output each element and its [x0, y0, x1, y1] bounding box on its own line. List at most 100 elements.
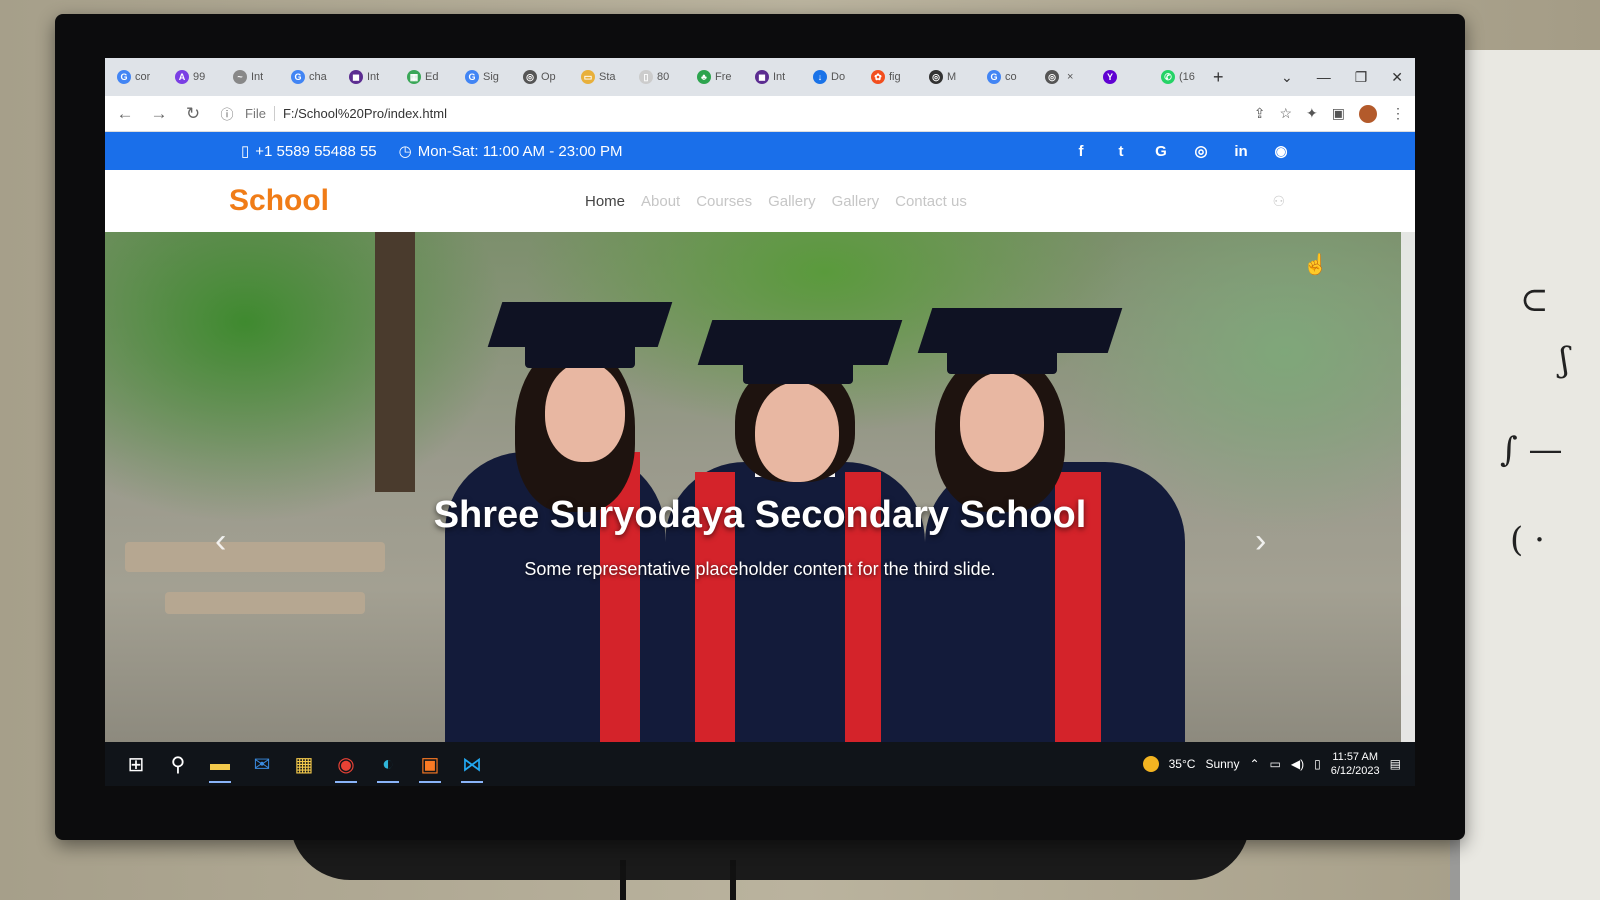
phone-info: ▯ +1 5589 55488 55: [241, 142, 377, 161]
tab-label: cha: [309, 71, 327, 83]
bookmark-star-icon[interactable]: ☆: [1279, 105, 1292, 122]
user-icon[interactable]: ⚇: [1272, 193, 1285, 210]
url-field[interactable]: ⓘ File F:/School%20Pro/index.html: [217, 104, 447, 123]
brand-logo[interactable]: School: [229, 184, 585, 218]
browser-tab[interactable]: G Sig: [459, 64, 511, 90]
doc-icon: ▦: [407, 70, 421, 84]
browser-tab[interactable]: Gcor: [111, 64, 163, 90]
browser-tab[interactable]: ◼ Int: [343, 64, 395, 90]
tab-label: Fre: [715, 71, 732, 83]
close-tab-icon[interactable]: ×: [1067, 71, 1073, 83]
nav-link-about[interactable]: About: [641, 193, 680, 210]
twitter-icon[interactable]: t: [1112, 142, 1130, 160]
browser-tab[interactable]: Gco: [981, 64, 1033, 90]
browser-tab[interactable]: ♣ Fre: [691, 64, 743, 90]
hours-info: ◷ Mon-Sat: 11:00 AM - 23:00 PM: [399, 142, 623, 161]
back-icon[interactable]: ←: [115, 104, 135, 124]
whiteboard: ⊂ ʃ ∫ — ( ·: [1450, 50, 1600, 900]
tab-label: co: [1005, 71, 1017, 83]
tab-label: Int: [773, 71, 786, 83]
browser-tab[interactable]: Gcha: [285, 64, 337, 90]
xampp-icon[interactable]: ▣: [409, 742, 451, 786]
linkedin-icon[interactable]: in: [1232, 142, 1250, 160]
browser-tab[interactable]: ▦ Ed: [401, 64, 453, 90]
hero-title: Shree Suryodaya Secondary School: [433, 494, 1087, 536]
menu-kebab-icon[interactable]: ⋮: [1391, 105, 1405, 122]
battery-icon[interactable]: ▯: [1314, 757, 1321, 771]
network-icon[interactable]: ▭: [1270, 757, 1281, 771]
windows-start-icon[interactable]: ⊞: [115, 742, 157, 786]
tray-chevron-icon[interactable]: ⌃: [1249, 757, 1259, 771]
mail-icon[interactable]: ✉: [241, 742, 283, 786]
browser-tab-strip: Gcor A 99 ~ Int Gcha ◼ Int ▦ Ed G Sig ◎ Op ▭ Sta ▯ 80 ♣ Fre…: [105, 58, 1415, 96]
tab-label: 80: [657, 71, 670, 83]
monitor: Gcor A 99 ~ Int Gcha ◼ Int ▦ Ed G Sig ◎ Op ▭ Sta ▯ 80 ♣ Fre…: [55, 14, 1465, 840]
new-tab-icon[interactable]: +: [1213, 67, 1224, 88]
url-text[interactable]: F:/School%20Pro/index.html: [283, 106, 447, 121]
screen: Gcor A 99 ~ Int Gcha ◼ Int ▦ Ed G Sig ◎ Op ▭ Sta ▯ 80 ♣ Fre…: [105, 58, 1415, 786]
nav-link-contact-us[interactable]: Contact us: [895, 193, 967, 210]
cable: [620, 860, 626, 900]
reload-icon[interactable]: ↻: [183, 104, 203, 124]
browser-tab[interactable]: ◎ Op: [517, 64, 569, 90]
browser-tab[interactable]: ◎ ×: [1039, 64, 1091, 90]
browser-tab[interactable]: A 99: [169, 64, 221, 90]
tab-label: Ed: [425, 71, 439, 83]
edge-icon[interactable]: ◐: [367, 742, 409, 786]
close-window-icon[interactable]: ✕: [1391, 69, 1403, 86]
weather-desc[interactable]: Sunny: [1205, 757, 1239, 771]
nav-link-home[interactable]: Home: [585, 193, 625, 210]
clock[interactable]: 11:57 AM 6/12/2023: [1331, 750, 1380, 778]
browser-tab[interactable]: ▯ 80: [633, 64, 685, 90]
notifications-icon[interactable]: ▤: [1390, 757, 1401, 771]
carousel-next-icon[interactable]: ›: [1255, 522, 1266, 561]
volume-icon[interactable]: ◀): [1291, 757, 1304, 771]
weather-sun-icon[interactable]: [1142, 756, 1159, 772]
search-icon[interactable]: ⚲: [157, 742, 199, 786]
profile-avatar[interactable]: [1359, 104, 1377, 123]
sidepanel-icon[interactable]: ▣: [1332, 105, 1345, 122]
github-icon[interactable]: ◉: [1272, 142, 1290, 160]
phone-icon: ▯: [241, 143, 250, 160]
page-scrollbar[interactable]: [1401, 232, 1415, 742]
nav-link-gallery[interactable]: Gallery: [832, 193, 880, 210]
browser-tab[interactable]: ▭ Sta: [575, 64, 627, 90]
hero-caption: Shree Suryodaya Secondary School Some re…: [105, 494, 1415, 580]
forward-icon[interactable]: →: [149, 104, 169, 124]
browser-tab[interactable]: ↓ Do: [807, 64, 859, 90]
app-icon: ◼: [755, 70, 769, 84]
browser-tab[interactable]: ✿ fig: [865, 64, 917, 90]
browser-tab[interactable]: ◎ M: [923, 64, 975, 90]
tab-label: M: [947, 71, 957, 83]
store-icon[interactable]: ▦: [283, 742, 325, 786]
window-controls: ⌄ — ❐ ✕: [1281, 69, 1415, 86]
vscode-icon[interactable]: ⋈: [451, 742, 493, 786]
facebook-icon[interactable]: f: [1072, 142, 1090, 160]
file-explorer-icon[interactable]: ▬: [199, 742, 241, 786]
chrome-icon[interactable]: ◉: [325, 742, 367, 786]
instagram-icon[interactable]: ◎: [1192, 142, 1210, 160]
minimize-icon[interactable]: —: [1317, 69, 1331, 86]
doc-icon: ▯: [639, 70, 653, 84]
info-icon[interactable]: ⓘ: [217, 104, 237, 123]
browser-tab[interactable]: ◼ Int: [749, 64, 801, 90]
nav-link-courses[interactable]: Courses: [696, 193, 752, 210]
google-icon[interactable]: G: [1152, 142, 1170, 160]
yahoo-icon: Y: [1103, 70, 1117, 84]
tab-label: Sta: [599, 71, 616, 83]
restore-icon[interactable]: ❐: [1355, 69, 1368, 86]
google-icon: G: [117, 70, 131, 84]
nav-link-gallery[interactable]: Gallery: [768, 193, 816, 210]
site-topbar: ▯ +1 5589 55488 55 ◷ Mon-Sat: 11:00 AM -…: [105, 132, 1415, 170]
share-icon[interactable]: ⇪: [1254, 105, 1266, 122]
carousel-prev-icon[interactable]: ‹: [215, 522, 226, 561]
tab-label: 99: [193, 71, 206, 83]
tab-search-icon[interactable]: ⌄: [1281, 69, 1293, 86]
browser-tab[interactable]: Y: [1097, 64, 1149, 90]
extensions-icon[interactable]: ✦: [1306, 105, 1318, 122]
browser-tab[interactable]: ~ Int: [227, 64, 279, 90]
weather-temp[interactable]: 35°C: [1169, 757, 1196, 771]
globe-icon: ◎: [1045, 70, 1059, 84]
browser-tab[interactable]: ✆ (16: [1155, 64, 1207, 90]
tab-label: fig: [889, 71, 901, 83]
